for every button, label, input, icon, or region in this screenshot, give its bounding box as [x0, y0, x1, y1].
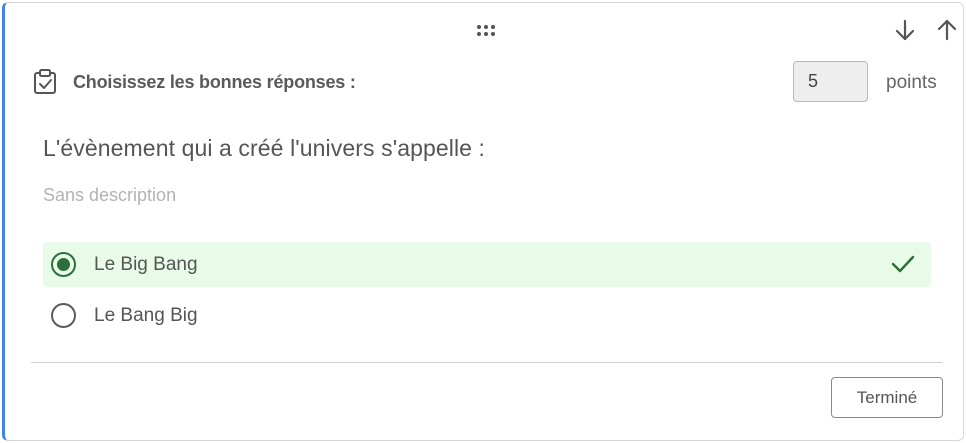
answer-option[interactable]: Le Bang Big — [43, 293, 931, 338]
divider — [31, 362, 943, 363]
drag-handle-icon[interactable] — [475, 22, 497, 38]
answer-option-label: Le Big Bang — [94, 254, 198, 275]
question-description[interactable]: Sans description — [43, 185, 176, 206]
arrow-down-icon — [895, 19, 915, 41]
check-icon — [891, 255, 915, 273]
question-title[interactable]: L'évènement qui a créé l'univers s'appel… — [43, 135, 485, 162]
arrow-up-icon — [937, 19, 957, 41]
question-type-title: Choisissez les bonnes réponses : — [73, 72, 356, 92]
question-card: Choisissez les bonnes réponses : points … — [2, 2, 964, 441]
radio-button[interactable] — [51, 303, 76, 328]
move-down-button[interactable] — [893, 18, 917, 42]
done-button[interactable]: Terminé — [831, 377, 943, 418]
answer-option-label: Le Bang Big — [94, 305, 198, 326]
clipboard-check-icon — [34, 69, 56, 94]
radio-button-checked[interactable] — [51, 252, 76, 277]
answer-option[interactable]: Le Big Bang — [43, 242, 931, 287]
points-input[interactable] — [793, 61, 868, 102]
move-up-button[interactable] — [935, 18, 959, 42]
points-label: points — [886, 72, 937, 93]
